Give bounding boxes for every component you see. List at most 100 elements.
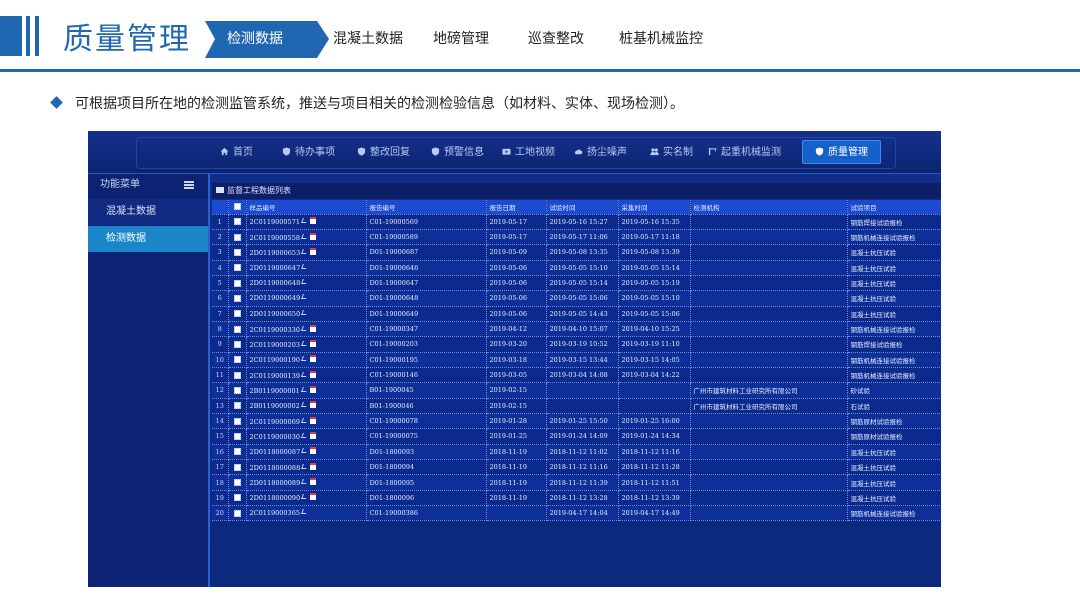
column-header[interactable]: 试验时间 bbox=[546, 200, 619, 215]
pdf-report-icon[interactable] bbox=[309, 232, 316, 240]
edit-icon[interactable] bbox=[301, 371, 308, 377]
row-checkbox[interactable] bbox=[228, 275, 247, 292]
top-nav-home[interactable]: 首页 bbox=[220, 141, 253, 165]
pdf-report-icon[interactable] bbox=[309, 324, 316, 332]
slide-nav-tab[interactable]: 地磅管理 bbox=[433, 21, 489, 58]
table-row[interactable]: 6 2D0119000649 D01-19000648 2019-05-06 2019-… bbox=[212, 290, 941, 307]
table-row[interactable]: 15 2C0119000030 C01-19000075 2019-01-25 2019… bbox=[212, 428, 941, 445]
sample-id[interactable]: 2C0119000365 bbox=[250, 509, 300, 517]
pdf-report-icon[interactable] bbox=[309, 431, 316, 439]
edit-icon[interactable] bbox=[301, 479, 309, 485]
sample-id[interactable]: 2B0119000002 bbox=[250, 402, 300, 410]
edit-icon[interactable] bbox=[301, 432, 308, 438]
top-nav-quality-active[interactable]: 质量管理 bbox=[802, 140, 881, 164]
table-row[interactable]: 10 2C0119000190 C01-19000195 2019-03-18 2019… bbox=[212, 352, 941, 368]
row-checkbox[interactable] bbox=[228, 214, 247, 230]
sample-id[interactable]: 2C0119000030 bbox=[250, 433, 300, 441]
pdf-report-icon[interactable] bbox=[310, 478, 317, 486]
edit-icon[interactable] bbox=[301, 309, 309, 315]
pdf-report-icon[interactable] bbox=[309, 339, 316, 347]
top-nav-rectify[interactable]: 整改回复 bbox=[357, 141, 410, 165]
edit-icon[interactable] bbox=[301, 448, 309, 454]
pdf-report-icon[interactable] bbox=[310, 247, 317, 255]
pdf-report-icon[interactable] bbox=[309, 217, 316, 225]
slide-nav-tab[interactable]: 桩基机械监控 bbox=[619, 21, 703, 58]
edit-icon[interactable] bbox=[301, 417, 308, 423]
row-checkbox[interactable] bbox=[228, 444, 247, 461]
top-nav-real-name[interactable]: 实名制 bbox=[650, 141, 693, 165]
row-checkbox[interactable] bbox=[228, 260, 247, 276]
sample-id[interactable]: 2D0118000090 bbox=[250, 494, 301, 502]
sample-id[interactable]: 2C0119000330 bbox=[250, 326, 300, 334]
table-row[interactable]: 9 2C0119000203 C01-19000203 2019-03-20 2019-… bbox=[212, 336, 941, 353]
select-all-checkbox[interactable] bbox=[228, 200, 247, 215]
row-checkbox[interactable] bbox=[228, 290, 247, 307]
row-checkbox[interactable] bbox=[228, 321, 247, 338]
sample-id[interactable]: 2D0119000650 bbox=[250, 310, 301, 318]
sample-id[interactable]: 2C0119000558 bbox=[250, 234, 300, 242]
edit-icon[interactable] bbox=[301, 248, 309, 254]
sample-id[interactable]: 2D0118000088 bbox=[250, 464, 301, 472]
top-nav-todo[interactable]: 待办事项 bbox=[282, 141, 335, 165]
row-checkbox[interactable] bbox=[228, 352, 247, 368]
row-checkbox[interactable] bbox=[228, 398, 247, 414]
sample-id[interactable]: 2B0119000001 bbox=[250, 387, 300, 395]
edit-icon[interactable] bbox=[300, 386, 308, 392]
table-row[interactable]: 5 2D0119000648 D01-19000647 2019-05-06 2019-… bbox=[212, 275, 941, 292]
table-row[interactable]: 12 2B0119000001 B01-1900045 2019-02-15 广州市建筑… bbox=[212, 382, 941, 399]
edit-icon[interactable] bbox=[301, 340, 308, 346]
top-nav-dust-noise[interactable]: 扬尘噪声 bbox=[574, 141, 627, 165]
pdf-report-icon[interactable] bbox=[309, 416, 316, 424]
edit-icon[interactable] bbox=[301, 279, 309, 285]
pdf-report-icon[interactable] bbox=[309, 401, 316, 409]
row-checkbox[interactable] bbox=[228, 505, 247, 522]
hamburger-menu-icon[interactable] bbox=[184, 181, 194, 189]
slide-nav-tab[interactable]: 巡查整改 bbox=[528, 21, 584, 58]
edit-icon[interactable] bbox=[301, 509, 308, 515]
row-checkbox[interactable] bbox=[228, 428, 247, 445]
row-checkbox[interactable] bbox=[228, 367, 247, 384]
table-row[interactable]: 1 2C0119000571 C01-19000569 2019-05-17 2019-… bbox=[212, 214, 941, 230]
table-row[interactable]: 11 2C0119000139 C01-19000146 2019-03-05 2019… bbox=[212, 367, 941, 384]
sample-id[interactable]: 2D0119000649 bbox=[250, 294, 301, 302]
column-header[interactable]: 报告编号 bbox=[366, 200, 487, 215]
row-checkbox[interactable] bbox=[228, 306, 247, 322]
table-row[interactable]: 16 2D0118000087 D01-1800093 2018-11-19 2018-… bbox=[212, 444, 941, 461]
sample-id[interactable]: 2D0118000087 bbox=[250, 448, 301, 456]
edit-icon[interactable] bbox=[301, 233, 308, 239]
sidebar-item-inspection-active[interactable]: 检测数据 bbox=[88, 226, 208, 252]
edit-icon[interactable] bbox=[301, 325, 308, 331]
sample-id[interactable]: 2C0119000571 bbox=[250, 218, 300, 226]
table-row[interactable]: 18 2D0118000089 D01-1800095 2018-11-19 2018-… bbox=[212, 474, 941, 491]
table-row[interactable]: 13 2B0119000002 B01-1900046 2019-02-15 广州市建筑… bbox=[212, 398, 941, 414]
table-row[interactable]: 20 2C0119000365 C01-19000386 2019-04-17 14:… bbox=[212, 505, 941, 522]
edit-icon[interactable] bbox=[300, 402, 308, 408]
row-checkbox[interactable] bbox=[228, 244, 247, 261]
sample-id[interactable]: 2D0119000648 bbox=[250, 279, 301, 287]
pdf-report-icon[interactable] bbox=[310, 493, 317, 501]
column-header[interactable]: 检测机构 bbox=[690, 200, 848, 215]
table-row[interactable]: 8 2C0119000330 C01-19000347 2019-04-12 2019-… bbox=[212, 321, 941, 338]
column-header[interactable]: 报告日期 bbox=[486, 200, 547, 215]
table-row[interactable]: 19 2D0118000090 D01-1800096 2018-11-19 2018-… bbox=[212, 490, 941, 507]
pdf-report-icon[interactable] bbox=[309, 355, 316, 363]
row-checkbox[interactable] bbox=[228, 490, 247, 507]
top-nav-video[interactable]: 工地视频 bbox=[502, 141, 555, 165]
table-row[interactable]: 7 2D0119000650 D01-19000649 2019-05-06 2019-… bbox=[212, 306, 941, 322]
row-checkbox[interactable] bbox=[228, 474, 247, 491]
sample-id[interactable]: 2D0119000653 bbox=[250, 249, 301, 257]
column-header[interactable]: 试验项目 bbox=[847, 200, 941, 215]
table-row[interactable]: 14 2C0119000069 C01-19000078 2019-01-28 2019… bbox=[212, 413, 941, 430]
column-header[interactable]: 采集时间 bbox=[618, 200, 691, 215]
row-checkbox[interactable] bbox=[228, 459, 247, 476]
slide-nav-tab-active[interactable]: 检测数据 bbox=[205, 21, 329, 58]
edit-icon[interactable] bbox=[301, 463, 309, 469]
pdf-report-icon[interactable] bbox=[310, 447, 317, 455]
sidebar-item-concrete[interactable]: 混凝土数据 bbox=[88, 199, 208, 225]
table-row[interactable]: 17 2D0118000088 D01-1800094 2018-11-19 2018-… bbox=[212, 459, 941, 476]
pdf-report-icon[interactable] bbox=[309, 385, 316, 393]
sample-id[interactable]: 2C0119000139 bbox=[250, 372, 300, 380]
edit-icon[interactable] bbox=[301, 263, 309, 269]
sample-id[interactable]: 2D0118000089 bbox=[250, 479, 301, 487]
edit-icon[interactable] bbox=[301, 356, 308, 362]
